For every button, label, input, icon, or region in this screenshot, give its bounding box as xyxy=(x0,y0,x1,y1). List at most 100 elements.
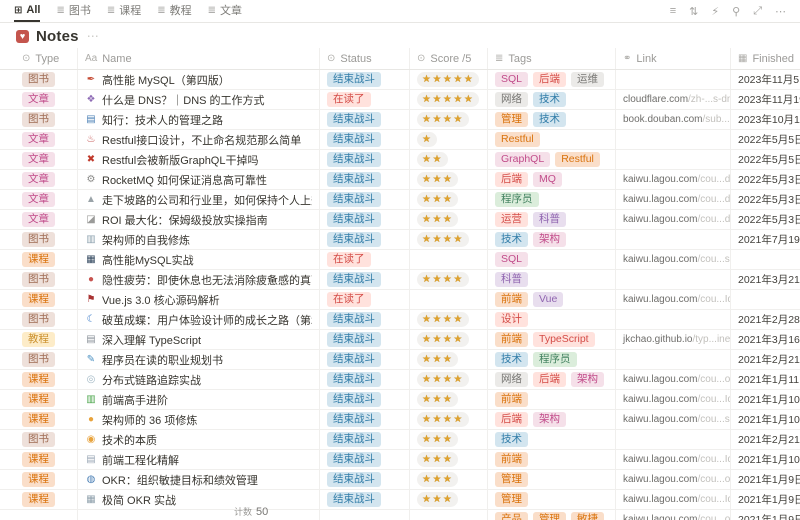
link-cell[interactable]: jkchao.github.io/typ...inese/ xyxy=(616,330,731,349)
tags-cell[interactable]: 科普 xyxy=(488,270,616,289)
expand-icon[interactable]: ⤢ xyxy=(753,5,762,18)
type-cell[interactable]: 文章 xyxy=(0,210,78,229)
tab-articles[interactable]: ≣ 文章 xyxy=(208,0,242,22)
type-cell[interactable]: 文章 xyxy=(0,170,78,189)
column-header-finished[interactable]: ▦ Finished xyxy=(731,48,800,69)
type-cell[interactable]: 课程 xyxy=(0,370,78,389)
status-cell[interactable]: 结束战斗 xyxy=(320,270,410,289)
name-cell[interactable]: ▥ 前端高手进阶 xyxy=(78,390,320,409)
table-row[interactable]: 教程 ▤ 深入理解 TypeScript 结束战斗 ★★★★ 前端 TypeScript jk… xyxy=(0,330,800,350)
table-row[interactable]: 课程 ▥ 前端高手进阶 结束战斗 ★★★ 前端 kaiwu.lagou.com/cou...… xyxy=(0,390,800,410)
link-cell[interactable] xyxy=(616,70,731,89)
type-cell[interactable]: 文章 xyxy=(0,150,78,169)
tab-all[interactable]: ⊞ All xyxy=(14,0,41,22)
name-cell[interactable]: ◎ 分布式链路追踪实战 xyxy=(78,370,320,389)
link-cell[interactable]: kaiwu.lagou.com/cou...Id=416 xyxy=(616,450,731,469)
status-cell[interactable]: 结束战斗 xyxy=(320,350,410,369)
finished-cell[interactable]: 2021年1月10日 xyxy=(731,390,800,409)
type-cell[interactable]: 图书 xyxy=(0,430,78,449)
score-cell[interactable]: ★★★★★ xyxy=(410,90,488,109)
status-cell[interactable]: 结束战斗 xyxy=(320,370,410,389)
type-cell[interactable]: 课程 xyxy=(0,390,78,409)
link-cell[interactable]: kaiwu.lagou.com/cou...d=1045 xyxy=(616,210,731,229)
link-cell[interactable]: kaiwu.lagou.com/cou...Id=326 xyxy=(616,290,731,309)
finished-cell[interactable]: 2022年5月5日 xyxy=(731,130,800,149)
table-row[interactable]: 图书 ☾ 破茧成蝶：用户体验设计师的成长之路（第2版） 结束战斗 ★★★★ 设计 2021年… xyxy=(0,310,800,330)
name-cell[interactable]: ▥ 架构师的自我修炼 xyxy=(78,230,320,249)
finished-cell[interactable] xyxy=(731,290,800,309)
column-header-score[interactable]: ⊙ Score /5 xyxy=(410,48,488,69)
name-cell[interactable]: ✎ 程序员在读的职业规划书 xyxy=(78,350,320,369)
type-cell[interactable]: 课程 xyxy=(0,490,78,509)
finished-cell[interactable] xyxy=(731,250,800,269)
type-cell[interactable]: 图书 xyxy=(0,70,78,89)
tags-cell[interactable]: 前端 xyxy=(488,390,616,409)
finished-cell[interactable]: 2021年1月10日 xyxy=(731,450,800,469)
tags-cell[interactable]: GraphQL Restful xyxy=(488,150,616,169)
name-cell[interactable]: ▤ 前端工程化精解 xyxy=(78,450,320,469)
tags-cell[interactable]: 前端 TypeScript xyxy=(488,330,616,349)
name-cell[interactable]: ✒ 高性能 MySQL（第四版） xyxy=(78,70,320,89)
table-row[interactable]: 课程 ◎ 分布式链路追踪实战 结束战斗 ★★★★ 网络 后端 架构 kaiwu.lagou.co… xyxy=(0,370,800,390)
tags-cell[interactable]: 运营 科普 xyxy=(488,210,616,229)
name-cell[interactable]: ▦ 极简 OKR 实战 xyxy=(78,490,320,509)
status-cell[interactable]: 结束战斗 xyxy=(320,190,410,209)
more-icon[interactable]: ⋯ xyxy=(775,5,786,18)
table-row[interactable]: 文章 ⚙ RocketMQ 如何保证消息高可靠性 结束战斗 ★★★ 后端 MQ kaiwu.l… xyxy=(0,170,800,190)
finished-cell[interactable]: 2021年2月28日 xyxy=(731,310,800,329)
name-cell[interactable]: ❖ 什么是 DNS？｜DNS 的工作方式 xyxy=(78,90,320,109)
finished-cell[interactable]: 2023年10月15日 xyxy=(731,110,800,129)
finished-cell[interactable]: 2021年3月21日 xyxy=(731,270,800,289)
tags-cell[interactable]: 后端 MQ xyxy=(488,170,616,189)
name-cell[interactable]: ◪ ROI 最大化：保姆级投放实操指南 xyxy=(78,210,320,229)
status-cell[interactable]: 在读了 xyxy=(320,290,410,309)
link-cell[interactable]: kaiwu.lagou.com/cou...ontent xyxy=(616,370,731,389)
name-cell[interactable] xyxy=(78,510,320,520)
name-cell[interactable]: ◍ OKR：组织敏捷目标和绩效管理 xyxy=(78,470,320,489)
name-cell[interactable]: ⚑ Vue.js 3.0 核心源码解析 xyxy=(78,290,320,309)
status-cell[interactable]: 结束战斗 xyxy=(320,110,410,129)
type-cell[interactable]: 图书 xyxy=(0,350,78,369)
link-cell[interactable] xyxy=(616,270,731,289)
column-header-status[interactable]: ⊙ Status xyxy=(320,48,410,69)
table-row[interactable]: 图书 ✎ 程序员在读的职业规划书 结束战斗 ★★★ 技术程序员 2021年2月21日 xyxy=(0,350,800,370)
score-cell[interactable] xyxy=(410,510,488,520)
table-row[interactable]: 课程 ▤ 前端工程化精解 结束战斗 ★★★ 前端 kaiwu.lagou.com/cou..… xyxy=(0,450,800,470)
type-cell[interactable]: 课程 xyxy=(0,290,78,309)
type-cell[interactable]: 课程 xyxy=(0,470,78,489)
finished-cell[interactable]: 2021年2月21日 xyxy=(731,430,800,449)
type-cell[interactable]: 课程 xyxy=(0,410,78,429)
status-cell[interactable]: 结束战斗 xyxy=(320,150,410,169)
finished-cell[interactable]: 2021年1月9日 xyxy=(731,470,800,489)
type-cell[interactable]: 图书 xyxy=(0,230,78,249)
tags-cell[interactable]: 后端 架构 xyxy=(488,410,616,429)
column-header-tags[interactable]: ≣ Tags xyxy=(488,48,616,69)
type-cell[interactable]: 文章 xyxy=(0,190,78,209)
tags-cell[interactable]: 产品 管理 敏捷 xyxy=(488,510,616,520)
link-cell[interactable] xyxy=(616,130,731,149)
tags-cell[interactable]: 技术 xyxy=(488,430,616,449)
type-cell[interactable]: 图书 xyxy=(0,310,78,329)
score-cell[interactable]: ★★★ xyxy=(410,170,488,189)
status-cell[interactable]: 结束战斗 xyxy=(320,170,410,189)
status-cell[interactable]: 结束战斗 xyxy=(320,470,410,489)
status-cell[interactable] xyxy=(320,510,410,520)
link-cell[interactable] xyxy=(616,350,731,369)
tab-books[interactable]: ≣ 图书 xyxy=(56,0,90,22)
table-row[interactable]: 课程 ◍ OKR：组织敏捷目标和绩效管理 结束战斗 ★★★ 管理 kaiwu.lagou.c… xyxy=(0,470,800,490)
table-row[interactable]: 课程 ▦ 高性能MySQL实战 在读了 SQL kaiwu.lagou.com/cou..… xyxy=(0,250,800,270)
score-cell[interactable] xyxy=(410,290,488,309)
score-cell[interactable]: ★★★ xyxy=(410,430,488,449)
table-row[interactable]: 图书 ◉ 技术的本质 结束战斗 ★★★ 技术 2021年2月21日 xyxy=(0,430,800,450)
link-cell[interactable]: kaiwu.lagou.com/cou...Id=514 xyxy=(616,490,731,509)
table-row[interactable]: 文章 ✖ Restful会被新版GraphQL干掉吗 结束战斗 ★★ GraphQL Res… xyxy=(0,150,800,170)
name-cell[interactable]: ▤ 深入理解 TypeScript xyxy=(78,330,320,349)
type-cell[interactable]: 文章 xyxy=(0,130,78,149)
finished-cell[interactable]: 2023年11月5日 xyxy=(731,70,800,89)
score-cell[interactable]: ★★★ xyxy=(410,490,488,509)
name-cell[interactable]: ▦ 高性能MySQL实战 xyxy=(78,250,320,269)
score-cell[interactable]: ★★★ xyxy=(410,350,488,369)
table-row[interactable]: 图书 ▥ 架构师的自我修炼 结束战斗 ★★★★ 技术架构 2021年7月19日 xyxy=(0,230,800,250)
tags-cell[interactable]: 前端 xyxy=(488,450,616,469)
score-cell[interactable]: ★★★ xyxy=(410,210,488,229)
